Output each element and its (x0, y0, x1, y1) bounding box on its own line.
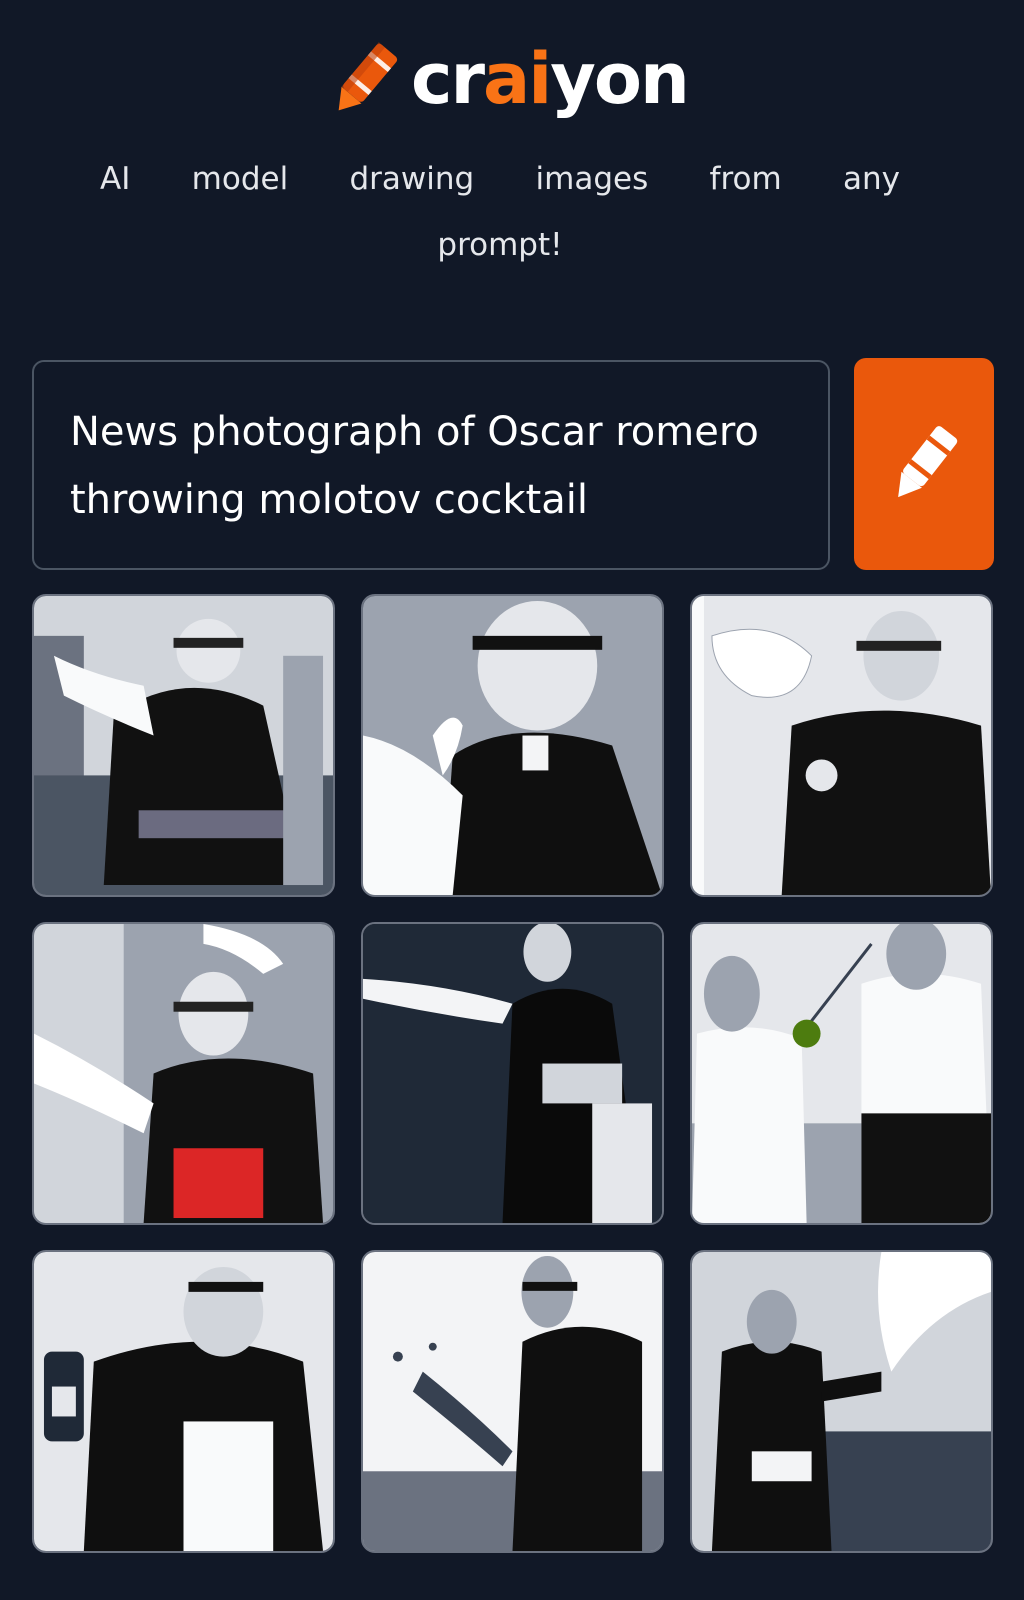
result-image-4[interactable] (32, 922, 335, 1225)
generated-image (692, 1252, 991, 1551)
result-image-5[interactable] (361, 922, 664, 1225)
result-image-7[interactable] (32, 1250, 335, 1553)
generated-image (363, 596, 662, 895)
result-image-3[interactable] (690, 594, 993, 897)
draw-button[interactable] (854, 358, 994, 570)
generated-image (692, 924, 991, 1223)
result-image-6[interactable] (690, 922, 993, 1225)
result-image-8[interactable] (361, 1250, 664, 1553)
result-image-1[interactable] (32, 594, 335, 897)
generated-image (363, 924, 662, 1223)
generated-image (363, 1252, 662, 1551)
crayon-icon (898, 426, 958, 498)
crayon-icon (338, 42, 398, 111)
brand-suffix: yon (550, 38, 690, 120)
result-image-2[interactable] (361, 594, 664, 897)
results-grid (32, 594, 994, 1553)
prompt-input[interactable]: News photograph of Oscar romero throwing… (32, 360, 830, 570)
brand-accent: ai (483, 38, 552, 120)
brand-prefix: cr (411, 38, 485, 120)
craiyon-logo[interactable]: craiyon (325, 36, 690, 122)
tagline: AI model drawing images from any prompt! (100, 161, 900, 263)
generated-image (34, 1252, 333, 1551)
result-image-9[interactable] (690, 1250, 993, 1553)
generated-image (692, 596, 991, 895)
generated-image (34, 596, 333, 895)
brand-name: craiyon (411, 44, 690, 114)
generated-image (34, 924, 333, 1223)
